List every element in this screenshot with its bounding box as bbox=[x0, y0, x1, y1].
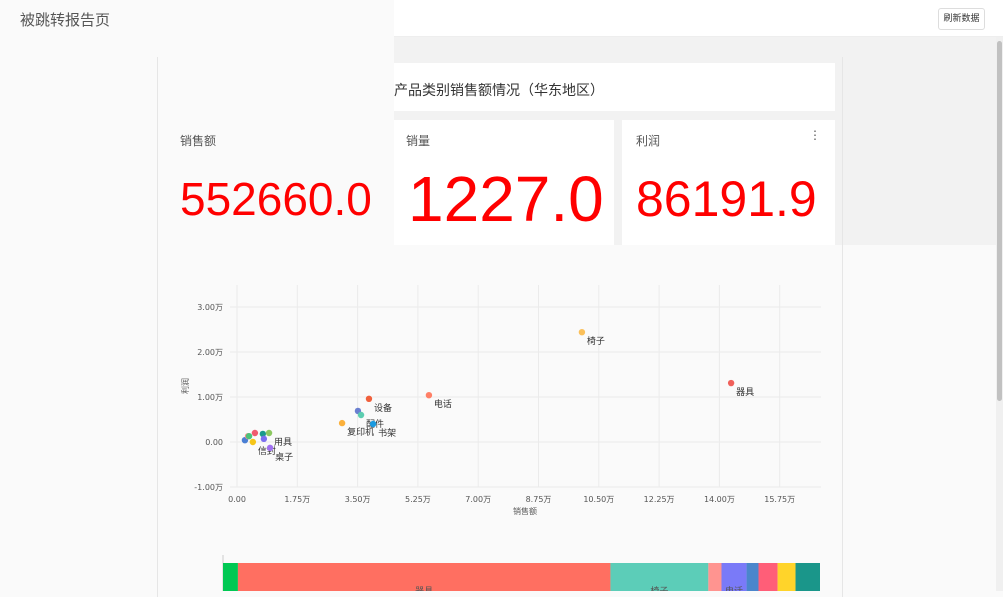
scrollbar[interactable] bbox=[996, 37, 1003, 591]
bar-segment bbox=[223, 563, 238, 591]
x-tick-label: 15.75万 bbox=[764, 495, 795, 504]
scatter-point bbox=[578, 329, 586, 336]
scatter-point bbox=[425, 392, 433, 399]
x-tick-label: 14.00万 bbox=[704, 495, 735, 504]
scatter-point bbox=[338, 419, 346, 427]
x-tick-label: 5.25万 bbox=[405, 495, 431, 504]
x-tick-label: 0.00 bbox=[228, 495, 246, 504]
bar-segment bbox=[758, 563, 778, 591]
scatter-point bbox=[251, 429, 259, 437]
point-label: 用具 bbox=[274, 437, 292, 448]
y-axis-label: 利润 bbox=[180, 378, 190, 394]
scrollbar-thumb[interactable] bbox=[997, 41, 1002, 401]
bar-segment bbox=[746, 563, 759, 591]
plot-area bbox=[225, 285, 821, 490]
point-label: 椅子 bbox=[587, 335, 605, 347]
point-label: 设备 bbox=[374, 402, 392, 414]
point-label: 电话 bbox=[434, 398, 452, 410]
y-tick-label: 1.00万 bbox=[197, 393, 223, 402]
y-tick-label: -1.00万 bbox=[194, 483, 223, 492]
y-tick-label: 2.00万 bbox=[197, 348, 223, 357]
x-tick-label: 12.25万 bbox=[644, 495, 675, 504]
x-axis-label: 销售额 bbox=[513, 506, 537, 516]
bar-segment bbox=[777, 563, 796, 591]
x-tick-label: 10.50万 bbox=[583, 495, 614, 504]
y-tick-label: 0.00 bbox=[205, 438, 223, 447]
scatter-chart: 0.00 1.75万 3.50万 5.25万 7.00万 8.75万 10.50万 12.25… bbox=[180, 285, 821, 591]
x-tick-label: 7.00万 bbox=[465, 495, 491, 504]
scatter-point bbox=[245, 432, 253, 440]
bar-segment-label: 器具 bbox=[415, 586, 433, 591]
scatter-point bbox=[260, 435, 268, 443]
scatter-point bbox=[265, 429, 273, 437]
y-tick-label: 3.00万 bbox=[197, 303, 223, 312]
point-label: 书架 bbox=[378, 428, 396, 439]
scatter-point bbox=[357, 411, 365, 419]
bar-segment bbox=[795, 563, 820, 591]
scatter-point bbox=[365, 395, 373, 402]
x-tick-label: 8.75万 bbox=[526, 495, 552, 504]
x-tick-label: 3.50万 bbox=[345, 495, 371, 504]
point-label: 桌子 bbox=[275, 451, 293, 463]
x-tick-label: 1.75万 bbox=[284, 495, 310, 504]
scatter-point bbox=[249, 438, 257, 446]
point-label: 器具 bbox=[736, 387, 754, 398]
bar-segment bbox=[708, 563, 722, 591]
scatter-point bbox=[266, 444, 274, 452]
scatter-point bbox=[727, 379, 735, 387]
scatter-point bbox=[369, 420, 377, 428]
